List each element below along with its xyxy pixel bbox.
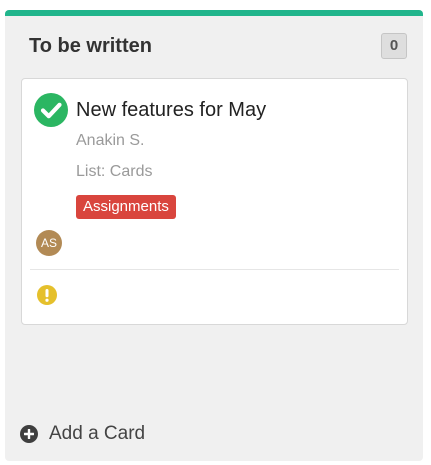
plus-circle-icon xyxy=(19,424,39,444)
column-title: To be written xyxy=(29,35,152,57)
exclamation-circle-icon[interactable] xyxy=(37,285,57,305)
assignments-tag[interactable]: Assignments xyxy=(76,195,176,219)
card-count-badge: 0 xyxy=(381,33,407,59)
card-owner: Anakin S. xyxy=(76,132,145,149)
avatar[interactable]: AS xyxy=(36,230,62,256)
card-list-name: List: Cards xyxy=(76,163,153,180)
kanban-column: To be written 0 New features for May Ana… xyxy=(5,10,423,461)
card-divider xyxy=(30,269,399,270)
check-circle-icon[interactable] xyxy=(34,93,68,127)
task-card[interactable]: New features for May Anakin S. List: Car… xyxy=(21,78,408,325)
card-title[interactable]: New features for May xyxy=(76,99,266,122)
add-card-label: Add a Card xyxy=(49,423,146,444)
column-header: To be written 0 xyxy=(5,16,423,74)
